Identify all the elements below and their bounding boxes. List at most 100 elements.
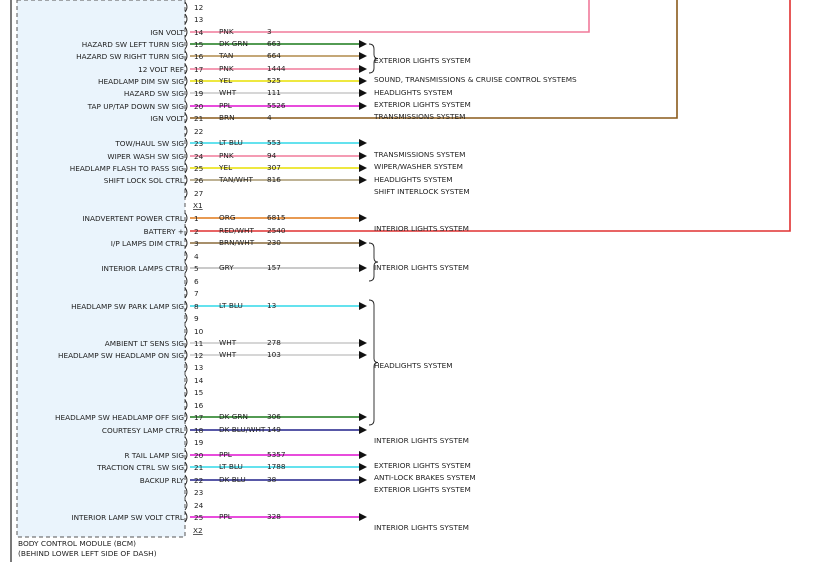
wire-color-label: PPL [219,450,233,459]
circuit-number: 5357 [267,450,286,459]
wire-arrow [359,451,367,459]
wire-color-label: LT BLU [219,138,243,147]
pin-number: 26 [194,176,204,185]
wire-color-label: WHT [219,338,237,347]
circuit-number: 816 [267,175,281,184]
circuit-number: 525 [267,76,281,85]
circuit-number: 4 [267,113,272,122]
circuit-number: 328 [267,512,281,521]
module-name: BODY CONTROL MODULE (BCM) [18,539,137,548]
wire-color-label: PPL [219,101,233,110]
pin-signal-label: TOW/HAUL SW SIG [114,139,184,148]
wire-arrow [359,102,367,110]
pin-number: 20 [194,102,204,111]
pin-signal-label: HEADLAMP SW HEADLAMP OFF SIG [55,413,184,422]
wire-arrow [359,40,367,48]
wire-arrow [359,413,367,421]
wire-arrow [359,463,367,471]
circuit-number: 664 [267,51,281,60]
wire-color-label: PNK [219,27,234,36]
pin-signal-label: HAZARD SW LEFT TURN SIG [82,40,185,49]
pin-number: 13 [194,363,204,372]
pin-number: 16 [194,52,204,61]
pin-number: 1 [194,214,199,223]
wire-color-label: LT BLU [219,462,243,471]
circuit-number: 306 [267,412,281,421]
circuit-number: 3 [267,27,272,36]
pin-number: 14 [194,28,204,37]
wire-color-label: TAN/WHT [218,175,254,184]
pin-number: 7 [194,289,199,298]
pin-signal-label: COURTESY LAMP CTRL [102,426,185,435]
wire-color-label: YEL [218,76,233,85]
module-location: (BEHIND LOWER LEFT SIDE OF DASH) [18,549,157,558]
pin-signal-label: HAZARD SW RIGHT TURN SIG [76,52,184,61]
wire-color-label: BRN [219,113,235,122]
wire-arrow [359,214,367,222]
pin-number: 11 [194,339,203,348]
destination-system-label: EXTERIOR LIGHTS SYSTEM [374,100,471,109]
pin-signal-label: 12 VOLT REF [138,65,184,74]
pin-number: 10 [194,327,204,336]
pin-number: 17 [194,65,204,74]
wire-color-label: TAN [218,51,233,60]
destination-system-label: HEADLIGHTS SYSTEM [374,88,453,97]
circuit-number: 230 [267,238,281,247]
wire-arrow [359,52,367,60]
pin-signal-label: HAZARD SW SIG [124,89,184,98]
pin-number: 8 [194,302,199,311]
wire-arrow [359,513,367,521]
pin-number: 9 [194,314,199,323]
destination-system-label: EXTERIOR LIGHTS SYSTEM [374,485,471,494]
wire-arrow [359,476,367,484]
wire-arrow [359,426,367,434]
pin-number: 13 [194,15,204,24]
connector-label-x1: X1 [193,201,203,210]
pin-signal-label: HEADLAMP SW PARK LAMP SIG [71,302,184,311]
destination-system-label: WIPER/WASHER SYSTEM [374,162,463,171]
destination-system-label: HEADLIGHTS SYSTEM [374,175,453,184]
destination-system-label: SHIFT INTERLOCK SYSTEM [374,187,470,196]
circuit-number: 553 [267,138,281,147]
wire-color-label: PNK [219,151,234,160]
pin-number: 21 [194,463,203,472]
wire-color-label: YEL [218,163,233,172]
destination-system-label: EXTERIOR LIGHTS SYSTEM [374,461,471,470]
pin-number: 15 [194,388,203,397]
destination-system-label: INTERIOR LIGHTS SYSTEM [374,523,469,532]
wire-arrow [359,152,367,160]
wire-arrow [359,302,367,310]
circuit-number: 94 [267,151,277,160]
pin-number: 22 [194,476,203,485]
circuit-number: 111 [267,88,281,97]
pin-number: 12 [194,351,203,360]
pin-signal-label: AMBIENT LT SENS SIG [105,339,185,348]
pin-signal-label: SHIFT LOCK SOL CTRL [104,176,185,185]
destination-system-label: INTERIOR LIGHTS SYSTEM [374,263,469,272]
pin-number: 22 [194,127,203,136]
pin-signal-label: I/P LAMPS DIM CTRL [111,239,185,248]
wire-color-label: DK GRN [219,412,248,421]
pin-signal-label: HEADLAMP FLASH TO PASS SIG [70,164,185,173]
pin-number: 12 [194,3,203,12]
pin-number: 18 [194,77,204,86]
wire-arrow [359,89,367,97]
destination-system-label: EXTERIOR LIGHTS SYSTEM [374,56,471,65]
circuit-number: 157 [267,263,281,272]
pin-signal-label: INTERIOR LAMPS CTRL [101,264,185,273]
wire-arrow [359,339,367,347]
pin-number: 24 [194,152,204,161]
pin-number: 23 [194,488,204,497]
circuit-number: 278 [267,338,281,347]
pin-number: 21 [194,114,203,123]
wire-color-label: PNK [219,64,234,73]
feed-wire [190,0,791,232]
pin-number: 14 [194,376,204,385]
wire-arrow [359,65,367,73]
pin-number: 4 [194,252,199,261]
pin-signal-label: INTERIOR LAMP SW VOLT CTRL [71,513,185,522]
pin-number: 19 [194,89,204,98]
pin-number: 6 [194,277,199,286]
pin-signal-label: R TAIL LAMP SIG [125,451,185,460]
group-brace [368,242,379,282]
